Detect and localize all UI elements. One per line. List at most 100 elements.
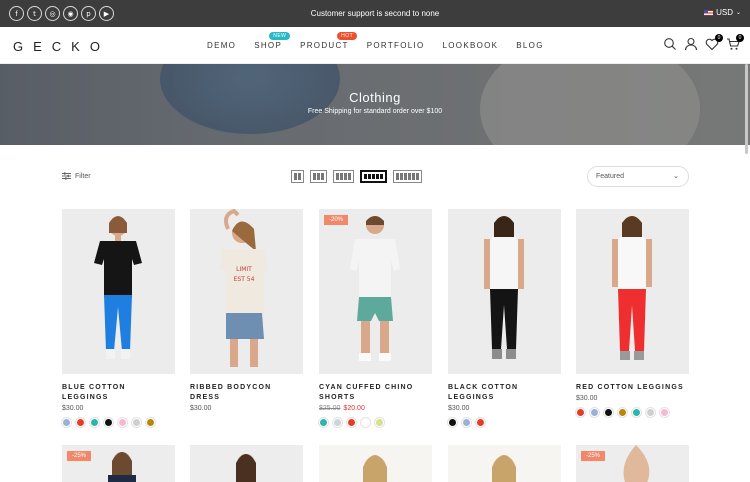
color-swatch[interactable] xyxy=(476,418,485,427)
chevron-down-icon: ⌄ xyxy=(673,172,679,180)
color-swatch[interactable] xyxy=(375,418,384,427)
main-nav: DEMO SHOP NEW PRODUCT HOT PORTFOLIO LOOKBO… xyxy=(207,32,562,50)
color-swatch[interactable] xyxy=(90,418,99,427)
top-message: Customer support is second to none xyxy=(310,9,440,18)
wishlist-heart-icon[interactable]: 0 xyxy=(705,34,723,51)
product-image[interactable]: LIMIT EST 54 xyxy=(190,209,303,374)
product-card[interactable]: BLUE COTTON LEGGINGS $30.00 xyxy=(62,209,175,427)
page-scrollbar[interactable] xyxy=(745,64,748,154)
product-price: $30.00 xyxy=(62,405,84,412)
product-card[interactable]: RED COTTON LEGGINGS $30.00 xyxy=(576,209,689,417)
header-icons: 0 0 xyxy=(663,34,744,51)
hot-badge: HOT xyxy=(337,32,358,40)
model-figure xyxy=(612,216,652,360)
color-swatch[interactable] xyxy=(618,408,627,417)
nav-item-portfolio[interactable]: PORTFOLIO xyxy=(367,41,425,50)
color-swatch[interactable] xyxy=(118,418,127,427)
sale-badge: -20% xyxy=(324,215,349,225)
sort-value: Featured xyxy=(596,173,625,180)
nav-item-demo[interactable]: DEMO xyxy=(207,41,236,50)
color-swatch[interactable] xyxy=(104,418,113,427)
sort-select[interactable]: Featured ⌄ xyxy=(587,166,689,187)
product-price: $30.00 xyxy=(448,405,470,412)
color-swatch[interactable] xyxy=(361,418,370,427)
color-swatch[interactable] xyxy=(347,418,356,427)
color-swatches xyxy=(62,418,175,427)
product-card[interactable] xyxy=(448,445,561,482)
product-card[interactable]: -25% xyxy=(62,445,175,482)
nav-item-product[interactable]: PRODUCT HOT xyxy=(300,32,358,50)
product-card[interactable] xyxy=(190,445,303,482)
currency-label: USD xyxy=(716,8,733,17)
model-figure xyxy=(492,455,516,482)
model-figure xyxy=(623,445,650,482)
product-name[interactable]: RED COTTON LEGGINGS xyxy=(576,383,689,393)
product-card[interactable]: -20% CYAN CUFFED CHINO SHORTS $25.00 $20.… xyxy=(319,209,432,427)
color-swatch[interactable] xyxy=(576,408,585,417)
grid-5-columns-button[interactable] xyxy=(360,170,387,183)
product-image[interactable] xyxy=(62,209,175,374)
grid-3-columns-button[interactable] xyxy=(310,170,327,183)
color-swatch[interactable] xyxy=(646,408,655,417)
user-icon[interactable] xyxy=(684,37,698,51)
top-bar: f t ◎ ◉ p ▶ Customer support is second t… xyxy=(0,0,750,27)
nav-label: SHOP xyxy=(254,41,283,50)
nav-item-lookbook[interactable]: LOOKBOOK xyxy=(443,41,499,50)
chevron-down-icon: ⌄ xyxy=(735,9,741,16)
nav-item-blog[interactable]: BLOG xyxy=(516,41,543,50)
product-card[interactable]: -25% xyxy=(576,445,689,482)
color-swatches xyxy=(319,418,432,427)
nav-label: DEMO xyxy=(207,41,237,50)
grid-4-columns-button[interactable] xyxy=(333,170,354,183)
color-swatch[interactable] xyxy=(132,418,141,427)
original-price: $25.00 xyxy=(319,405,341,412)
grid-6-columns-button[interactable] xyxy=(393,170,422,183)
product-name[interactable]: BLACK COTTON LEGGINGS xyxy=(448,383,561,403)
product-name[interactable]: CYAN CUFFED CHINO SHORTS xyxy=(319,383,432,403)
color-swatch[interactable] xyxy=(76,418,85,427)
svg-text:LIMIT: LIMIT xyxy=(236,266,252,273)
filter-label: Filter xyxy=(75,172,91,180)
model-figure: LIMIT EST 54 xyxy=(220,209,268,367)
nav-label: BLOG xyxy=(516,41,544,50)
us-flag-icon xyxy=(704,9,714,16)
product-price: $25.00 $20.00 xyxy=(319,405,432,412)
wishlist-count: 0 xyxy=(715,34,723,42)
nav-item-shop[interactable]: SHOP NEW xyxy=(254,32,291,50)
product-card[interactable] xyxy=(319,445,432,482)
color-swatches xyxy=(448,418,561,427)
color-swatch[interactable] xyxy=(632,408,641,417)
product-card[interactable]: BLACK COTTON LEGGINGS $30.00 xyxy=(448,209,561,427)
color-swatch[interactable] xyxy=(319,418,328,427)
color-swatch[interactable] xyxy=(333,418,342,427)
color-swatch[interactable] xyxy=(604,408,613,417)
model-figure xyxy=(363,455,387,482)
logo[interactable]: GECKO xyxy=(13,39,110,54)
grid-2-columns-button[interactable] xyxy=(291,170,304,183)
product-image[interactable] xyxy=(448,209,561,374)
nav-label: LOOKBOOK xyxy=(442,41,499,50)
color-swatch[interactable] xyxy=(590,408,599,417)
product-card[interactable]: LIMIT EST 54 RIBBED BODYCON DRESS $30.00 xyxy=(190,209,303,412)
product-image[interactable] xyxy=(576,209,689,374)
product-image[interactable]: -20% xyxy=(319,209,432,374)
sale-price: $20.00 xyxy=(343,405,365,412)
currency-selector[interactable]: USD ⌄ xyxy=(704,8,741,17)
hero-subtitle: Free Shipping for standard order over $1… xyxy=(307,108,443,115)
category-hero-banner: Clothing Free Shipping for standard orde… xyxy=(0,64,750,145)
color-swatch[interactable] xyxy=(462,418,471,427)
cart-icon[interactable]: 0 xyxy=(726,34,744,51)
color-swatch[interactable] xyxy=(62,418,71,427)
color-swatch[interactable] xyxy=(660,408,669,417)
model-figure xyxy=(94,216,142,359)
color-swatches xyxy=(576,408,689,417)
site-header: GECKO DEMO SHOP NEW PRODUCT HOT PORTFOLIO … xyxy=(0,27,750,64)
product-name[interactable]: RIBBED BODYCON DRESS xyxy=(190,383,303,403)
search-icon[interactable] xyxy=(663,37,677,51)
nav-label: PORTFOLIO xyxy=(366,41,425,50)
color-swatch[interactable] xyxy=(146,418,155,427)
product-name[interactable]: BLUE COTTON LEGGINGS xyxy=(62,383,175,403)
product-price: $30.00 xyxy=(576,395,598,402)
filter-button[interactable]: Filter xyxy=(62,172,91,180)
color-swatch[interactable] xyxy=(448,418,457,427)
